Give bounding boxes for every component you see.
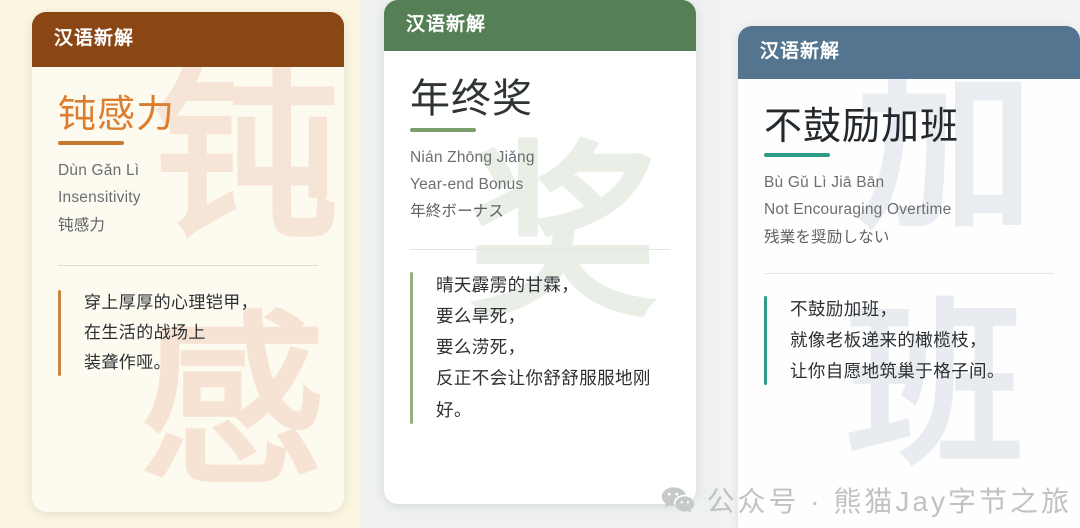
card-title: 钝感力 (58, 91, 176, 136)
japanese-line: 残業を奨励しない (764, 228, 890, 246)
concept-card-3[interactable]: 加 班 汉语新解 不鼓励加班 Bù Gǔ Lì Jiā Bān Not Enco… (738, 26, 1080, 528)
card-panel-1: 钝 感 汉语新解 钝感力 Dùn Gǎn Lì Insensitivity 钝感… (0, 0, 360, 528)
card-header-2: 汉语新解 (384, 0, 696, 51)
pinyin-line: Dùn Gǎn Lì (58, 162, 140, 180)
concept-card-1[interactable]: 钝 感 汉语新解 钝感力 Dùn Gǎn Lì Insensitivity 钝感… (32, 12, 344, 512)
quote-line: 不鼓励加班， (790, 298, 898, 319)
english-line: Insensitivity (58, 189, 141, 207)
english-line: Not Encouraging Overtime (764, 201, 952, 219)
card-panel-2: 奖 汉语新解 年终奖 Nián Zhōng Jiǎng Year-end Bon… (360, 0, 720, 528)
section-divider (410, 248, 670, 250)
quote-line: 好。 (436, 399, 472, 420)
card-body-3: 不鼓励加班 Bù Gǔ Lì Jiā Bān Not Encouraging O… (738, 79, 1080, 523)
card-header-label: 汉语新解 (760, 41, 841, 62)
card-header-label: 汉语新解 (54, 28, 135, 49)
quote-line: 反正不会让你舒舒服服地刚 (436, 368, 651, 389)
japanese-line: 年終ボーナス (410, 202, 505, 220)
quote-line: 装聋作哑。 (84, 353, 171, 373)
quote-line: 要么涝死， (436, 337, 526, 358)
card-body-2: 年终奖 Nián Zhōng Jiǎng Year-end Bonus 年終ボー… (384, 51, 696, 497)
quote-line: 就像老板递来的橄榄枝， (790, 329, 987, 350)
quote-block: 不鼓励加班， 就像老板递来的橄榄枝， 让你自愿地筑巢于格子间。 (764, 294, 1054, 387)
section-divider (764, 272, 1054, 274)
card-header-label: 汉语新解 (406, 14, 487, 35)
card-title: 年终奖 (410, 75, 533, 122)
card-panel-3: 加 班 汉语新解 不鼓励加班 Bù Gǔ Lì Jiā Bān Not Enco… (720, 0, 1080, 528)
quote-line: 让你自愿地筑巢于格子间。 (790, 361, 1005, 381)
concept-card-2[interactable]: 奖 汉语新解 年终奖 Nián Zhōng Jiǎng Year-end Bon… (384, 0, 696, 504)
section-divider (58, 264, 318, 266)
japanese-line: 钝感力 (58, 216, 106, 234)
pinyin-line: Nián Zhōng Jiǎng (410, 148, 535, 166)
title-accent-rule (410, 127, 476, 132)
pinyin-line: Bù Gǔ Lì Jiā Bān (764, 174, 885, 192)
quote-line: 穿上厚厚的心理铠甲， (84, 292, 258, 312)
quote-block: 穿上厚厚的心理铠甲， 在生活的战场上 装聋作哑。 (58, 288, 318, 379)
quote-block: 晴天霹雳的甘霖， 要么旱死， 要么涝死， 反正不会让你舒舒服服地刚 好。 (410, 270, 670, 426)
quote-line: 在生活的战场上 (84, 322, 206, 342)
quote-line: 晴天霹雳的甘霖， (436, 274, 580, 295)
title-accent-rule (58, 141, 124, 146)
card-header-1: 汉语新解 (32, 12, 344, 67)
english-line: Year-end Bonus (410, 175, 524, 193)
card-title: 不鼓励加班 (764, 103, 960, 148)
card-gallery: 钝 感 汉语新解 钝感力 Dùn Gǎn Lì Insensitivity 钝感… (0, 0, 1080, 528)
card-header-3: 汉语新解 (738, 26, 1080, 79)
quote-line: 要么旱死， (436, 306, 526, 327)
card-body-1: 钝感力 Dùn Gǎn Lì Insensitivity 钝感力 穿上厚厚的心理… (32, 67, 344, 509)
title-accent-rule (764, 153, 830, 158)
